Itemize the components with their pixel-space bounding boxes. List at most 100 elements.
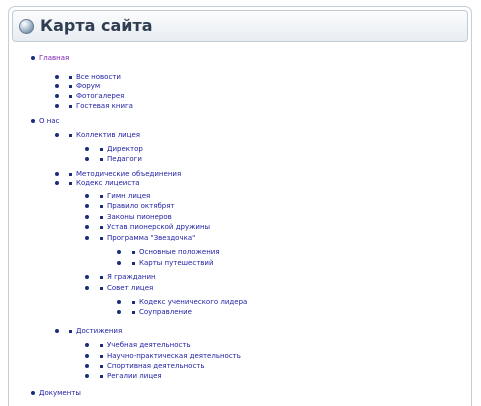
- sitemap-link[interactable]: Научно-практическая деятельность: [107, 352, 241, 360]
- sitemap-link-wrapper: Методические объединения: [76, 170, 181, 179]
- bullet-icon: [55, 104, 59, 108]
- sitemap-link[interactable]: Методические объединения: [76, 170, 181, 178]
- sitemap-link-wrapper: О нас: [39, 117, 59, 126]
- bullet-icon: [31, 119, 35, 123]
- sitemap-link[interactable]: Карты путешествий: [139, 259, 214, 267]
- sitemap-link[interactable]: Педагоги: [107, 155, 142, 163]
- sitemap-link[interactable]: Коллектив лицея: [76, 131, 140, 139]
- bullet-icon: [55, 75, 59, 79]
- bullet-icon: [85, 275, 89, 279]
- sitemap-link[interactable]: Фотогалерея: [76, 92, 124, 100]
- sitemap-link-wrapper: Кодекс ученического лидера: [139, 298, 247, 307]
- sitemap-link-wrapper: Коллектив лицея: [76, 131, 140, 140]
- sitemap-link-wrapper: Гимн лицея: [107, 192, 150, 201]
- bullet-icon: [85, 236, 89, 240]
- square-bullet-icon: [100, 205, 103, 208]
- bullet-icon: [85, 157, 89, 161]
- sitemap-link-wrapper: Устав пионерской дружины: [107, 223, 210, 232]
- sitemap-link[interactable]: Достижения: [76, 327, 122, 335]
- sitemap-link[interactable]: Устав пионерской дружины: [107, 223, 210, 231]
- square-bullet-icon: [69, 173, 72, 176]
- square-bullet-icon: [100, 287, 103, 290]
- bullet-icon: [85, 354, 89, 358]
- square-bullet-icon: [100, 226, 103, 229]
- square-bullet-icon: [100, 195, 103, 198]
- square-bullet-icon: [69, 76, 72, 79]
- sitemap-link[interactable]: Законы пионеров: [107, 213, 172, 221]
- bullet-icon: [85, 204, 89, 208]
- square-bullet-icon: [69, 105, 72, 108]
- sitemap-link[interactable]: Форум: [76, 82, 100, 90]
- sitemap-link-wrapper: Достижения: [76, 327, 122, 336]
- bullet-icon: [117, 310, 121, 314]
- sitemap-link-wrapper: Главная: [39, 54, 69, 63]
- sitemap-link-wrapper: Спортивная деятельность: [107, 362, 205, 371]
- sitemap-link-wrapper: Я гражданин: [107, 273, 156, 282]
- bullet-icon: [85, 215, 89, 219]
- sitemap-link-wrapper: Карты путешествий: [139, 259, 214, 268]
- bullet-icon: [85, 194, 89, 198]
- sitemap-link[interactable]: Кодекс ученического лидера: [139, 298, 247, 306]
- sitemap-link[interactable]: Главная: [39, 54, 69, 62]
- bullet-icon: [55, 181, 59, 185]
- square-bullet-icon: [100, 216, 103, 219]
- sitemap-link[interactable]: Гимн лицея: [107, 192, 150, 200]
- sitemap-link-wrapper: Законы пионеров: [107, 213, 172, 222]
- sitemap-link-wrapper: Гостевая книга: [76, 102, 133, 111]
- sitemap-link-wrapper: Документы: [39, 389, 81, 398]
- sitemap-link[interactable]: Спортивная деятельность: [107, 362, 205, 370]
- sitemap-link[interactable]: Кодекс лицеиста: [76, 179, 140, 187]
- sitemap-link[interactable]: Все новости: [76, 73, 121, 81]
- square-bullet-icon: [100, 355, 103, 358]
- bullet-icon: [85, 286, 89, 290]
- sitemap-link[interactable]: Программа "Звездочка": [107, 234, 195, 242]
- sitemap-link-wrapper: Регалии лицея: [107, 372, 162, 381]
- square-bullet-icon: [69, 330, 72, 333]
- square-bullet-icon: [132, 301, 135, 304]
- square-bullet-icon: [100, 158, 103, 161]
- sitemap-link[interactable]: Совет лицея: [107, 284, 153, 292]
- sitemap-link-wrapper: Педагоги: [107, 155, 142, 164]
- sitemap-link[interactable]: Я гражданин: [107, 273, 156, 281]
- sitemap-link-wrapper: Соуправление: [139, 308, 192, 317]
- sitemap-link-wrapper: Фотогалерея: [76, 92, 124, 101]
- bullet-icon: [85, 364, 89, 368]
- bullet-icon: [55, 329, 59, 333]
- sitemap-link[interactable]: О нас: [39, 117, 59, 125]
- square-bullet-icon: [100, 148, 103, 151]
- sitemap-link[interactable]: Соуправление: [139, 308, 192, 316]
- bullet-icon: [85, 343, 89, 347]
- bullet-icon: [31, 56, 35, 60]
- square-bullet-icon: [132, 251, 135, 254]
- sitemap-link[interactable]: Гостевая книга: [76, 102, 133, 110]
- bullet-icon: [117, 250, 121, 254]
- bullet-icon: [55, 84, 59, 88]
- square-bullet-icon: [69, 95, 72, 98]
- square-bullet-icon: [69, 134, 72, 137]
- sitemap-link-wrapper: Учебная деятельность: [107, 341, 191, 350]
- sitemap-link[interactable]: Регалии лицея: [107, 372, 162, 380]
- square-bullet-icon: [132, 262, 135, 265]
- square-bullet-icon: [100, 375, 103, 378]
- bullet-icon: [117, 300, 121, 304]
- sitemap-link-wrapper: Совет лицея: [107, 284, 153, 293]
- bullet-icon: [85, 374, 89, 378]
- sitemap-link[interactable]: Правило октябрят: [107, 202, 175, 210]
- sitemap-panel: Карта сайта Главная Все новости Форум Фотог…: [8, 6, 472, 406]
- sitemap-link-wrapper: Правило октябрят: [107, 202, 175, 211]
- sitemap-link-wrapper: Научно-практическая деятельность: [107, 352, 241, 361]
- sitemap-tree: Главная Все новости Форум Фотогалерея Гостев…: [9, 7, 471, 406]
- square-bullet-icon: [100, 276, 103, 279]
- bullet-icon: [55, 133, 59, 137]
- square-bullet-icon: [69, 85, 72, 88]
- sitemap-link-wrapper: Форум: [76, 82, 100, 91]
- sitemap-link[interactable]: Учебная деятельность: [107, 341, 191, 349]
- bullet-icon: [55, 94, 59, 98]
- square-bullet-icon: [69, 182, 72, 185]
- sitemap-link[interactable]: Директор: [107, 145, 143, 153]
- sitemap-link-wrapper: Кодекс лицеиста: [76, 179, 140, 188]
- sitemap-link[interactable]: Документы: [39, 389, 81, 397]
- sitemap-link-wrapper: Основные положения: [139, 248, 220, 257]
- sitemap-link[interactable]: Основные положения: [139, 248, 220, 256]
- bullet-icon: [85, 147, 89, 151]
